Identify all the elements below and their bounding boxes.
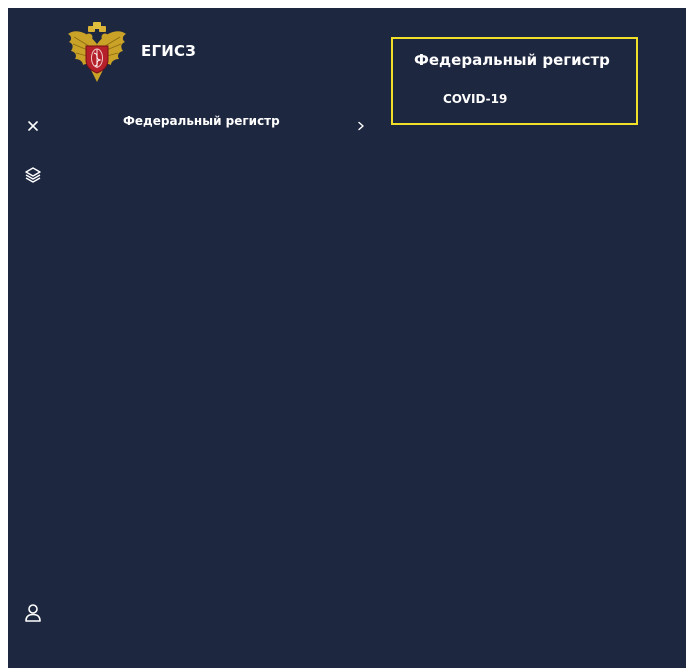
brand-title: ЕГИСЗ xyxy=(141,42,197,60)
chevron-right-icon xyxy=(356,116,366,131)
menu-item-federal-register[interactable]: Федеральный регистр xyxy=(116,110,370,132)
submenu-item-covid-19[interactable]: COVID-19 xyxy=(443,92,507,106)
layers-icon[interactable] xyxy=(24,166,42,184)
submenu-panel: Федеральный регистр COVID-19 xyxy=(391,37,638,125)
submenu-title: Федеральный регистр xyxy=(414,51,610,69)
close-icon[interactable] xyxy=(25,118,41,134)
app-frame: ЕГИСЗ Федеральный регистр Федеральный ре… xyxy=(8,8,686,668)
user-icon[interactable] xyxy=(24,603,42,623)
emblem-logo-icon xyxy=(64,22,130,84)
menu-item-label: Федеральный регистр xyxy=(123,114,280,128)
